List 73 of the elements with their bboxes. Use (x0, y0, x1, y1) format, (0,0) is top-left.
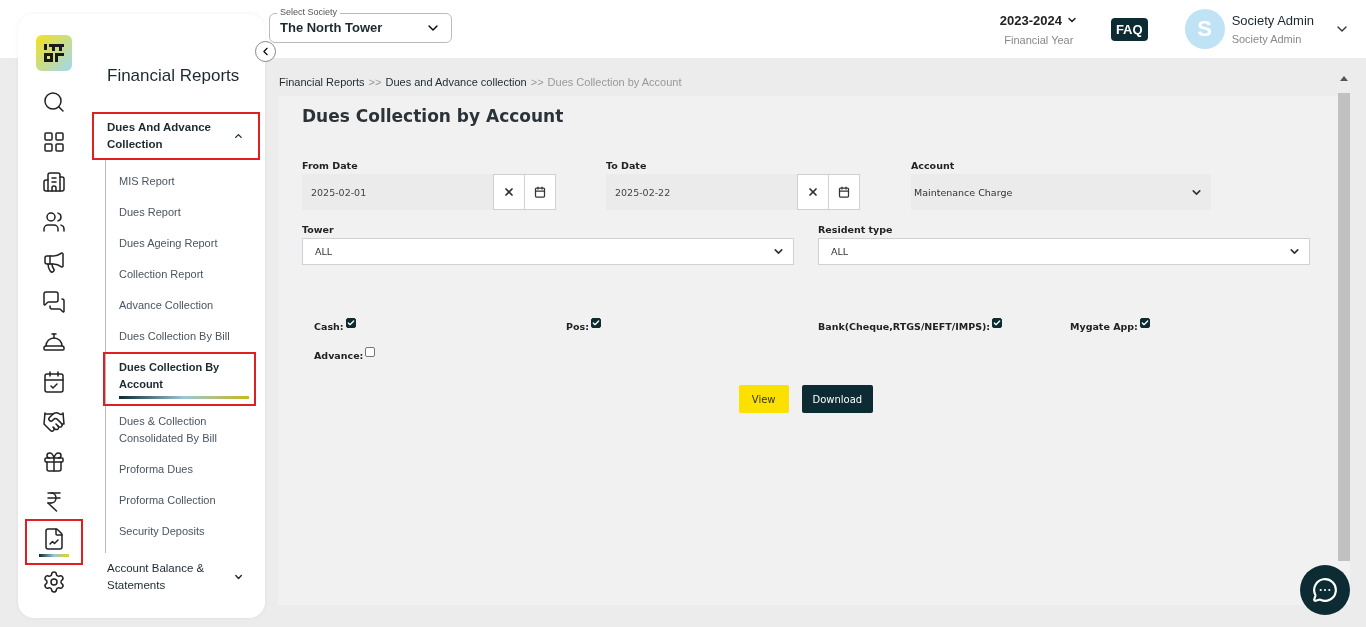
handshake-icon (42, 410, 66, 434)
checkbox[interactable] (992, 318, 1003, 328)
gift-icon (42, 450, 66, 474)
calendar-button[interactable] (524, 174, 556, 210)
path-separator: >> (530, 76, 544, 88)
menu-group[interactable]: Dues And Advance Collection (92, 112, 260, 160)
field-label: Account (911, 160, 956, 171)
menu-title: Financial Reports (106, 66, 241, 86)
megaphone-icon (42, 250, 66, 274)
checkbox[interactable] (1139, 318, 1150, 328)
select-field[interactable]: ALL (818, 238, 1310, 265)
chat-icon (42, 290, 66, 314)
checkbox[interactable] (345, 318, 356, 328)
field-label: Tower (302, 224, 335, 235)
building-icon (42, 170, 66, 194)
search-icon (42, 90, 66, 114)
year-caption: Financial Year (1004, 33, 1074, 46)
checkbox-label: Cash: (314, 321, 344, 332)
settings-icon (42, 570, 66, 594)
checkbox-label: Bank(Cheque,RTGS/NEFT/IMPS): (818, 321, 991, 332)
breadcrumb-link[interactable]: Dues and Advance collection (385, 76, 527, 88)
path-separator: >> (368, 76, 382, 88)
menu-item[interactable]: Dues Collection By Bill (103, 321, 256, 352)
rail-button[interactable] (25, 519, 83, 565)
grid-icon (42, 130, 66, 154)
collapse-button[interactable] (255, 41, 276, 62)
menu-item[interactable]: Security Deposits (103, 516, 256, 547)
checkbox-label: Advance: (314, 350, 364, 361)
calendar-button[interactable] (828, 174, 860, 210)
user-role: Society Admin (1231, 33, 1303, 45)
people-icon (42, 210, 66, 234)
field-label: Resident type (818, 224, 894, 235)
breadcrumb-link[interactable]: Financial Reports (279, 76, 365, 88)
menu-item[interactable]: Dues Collection By Account (103, 352, 256, 406)
calendar-icon (838, 186, 850, 198)
select-field[interactable]: ALL (302, 238, 794, 265)
date-field[interactable]: 2025-02-22 (606, 174, 798, 210)
checkbox-label: Mygate App: (1070, 321, 1138, 332)
menu-item[interactable]: Proforma Collection (103, 485, 256, 516)
active-underline (39, 554, 69, 557)
user-name: Society Admin (1231, 13, 1314, 28)
calendar-icon (42, 370, 66, 394)
menu-item[interactable]: Dues & Collection Consolidated By Bill (103, 406, 256, 454)
date-field[interactable]: 2025-02-01 (302, 174, 494, 210)
close-icon (807, 186, 819, 198)
menu-item[interactable]: Dues Report (103, 197, 256, 228)
field-label: To Date (606, 160, 648, 171)
close-icon (503, 186, 515, 198)
calendar-icon (534, 186, 546, 198)
desk-bell-icon (42, 330, 66, 354)
download-button[interactable]: Download (801, 385, 874, 413)
clear-button[interactable] (797, 174, 829, 210)
menu-item[interactable]: MIS Report (103, 166, 256, 197)
menu-item[interactable]: Dues Ageing Report (103, 228, 256, 259)
report-chart-icon (42, 527, 66, 551)
current-page-label: Dues Collection by Account (547, 76, 682, 88)
clear-button[interactable] (493, 174, 525, 210)
select-field[interactable]: Maintenance Charge (911, 174, 1211, 210)
menu-group[interactable]: Account Balance & Statements (92, 553, 260, 601)
user-avatar: S (1184, 9, 1225, 49)
menu-item[interactable]: Proforma Dues (103, 454, 256, 485)
view-button[interactable]: View (738, 385, 789, 413)
checkbox-label: Pos: (566, 321, 589, 332)
field-label: From Date (302, 160, 359, 171)
chat-icon (1312, 577, 1338, 603)
year-dropdown[interactable]: 2023-2024 (999, 12, 1078, 28)
menu-item[interactable]: Collection Report (103, 259, 256, 290)
menu-item[interactable]: Advance Collection (103, 290, 256, 321)
faq-button[interactable]: FAQ (1110, 17, 1148, 41)
page-title: Dues Collection by Account (302, 106, 565, 126)
checkbox[interactable] (590, 318, 601, 328)
checkbox[interactable] (365, 347, 376, 357)
app-logo[interactable] (36, 35, 72, 71)
